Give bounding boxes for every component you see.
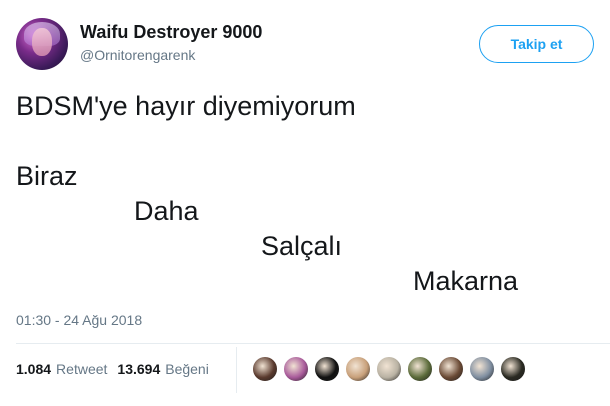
user-avatar-4[interactable] (345, 356, 371, 382)
tweet-text-line: Salçalı (261, 231, 343, 261)
user-avatar-2[interactable] (283, 356, 309, 382)
tweet-stats: 1.084 Retweet 13.694 Beğeni (16, 361, 209, 377)
avatar-face-shape (32, 28, 52, 56)
user-avatar-6[interactable] (407, 356, 433, 382)
divider (16, 343, 610, 344)
user-avatar-7[interactable] (438, 356, 464, 382)
tweet-text-line: BDSM'ye hayır diyemiyorum (16, 91, 356, 121)
like-count: 13.694 (117, 361, 161, 377)
user-avatar-8[interactable] (469, 356, 495, 382)
retweet-stat[interactable]: 1.084 Retweet (16, 361, 107, 377)
tweet-timestamp[interactable]: 01:30 - 24 Ağu 2018 (16, 312, 142, 328)
tweet-text-line: Daha (134, 196, 199, 226)
author-avatar[interactable] (16, 18, 68, 70)
author-display-name[interactable]: Waifu Destroyer 9000 (80, 22, 262, 43)
like-stat[interactable]: 13.694 Beğeni (117, 361, 208, 377)
follow-button[interactable]: Takip et (479, 25, 594, 63)
user-avatar-9[interactable] (500, 356, 526, 382)
tweet-text-line: Biraz (16, 161, 78, 191)
liker-avatars (252, 356, 526, 382)
stats-divider (236, 347, 237, 393)
author-handle[interactable]: @Ornitorengarenk (80, 47, 195, 63)
user-avatar-1[interactable] (252, 356, 278, 382)
user-avatar-3[interactable] (314, 356, 340, 382)
retweet-count: 1.084 (16, 361, 52, 377)
like-label: Beğeni (165, 361, 209, 377)
tweet-text-line: Makarna (413, 266, 519, 296)
user-avatar-5[interactable] (376, 356, 402, 382)
retweet-label: Retweet (56, 361, 108, 377)
